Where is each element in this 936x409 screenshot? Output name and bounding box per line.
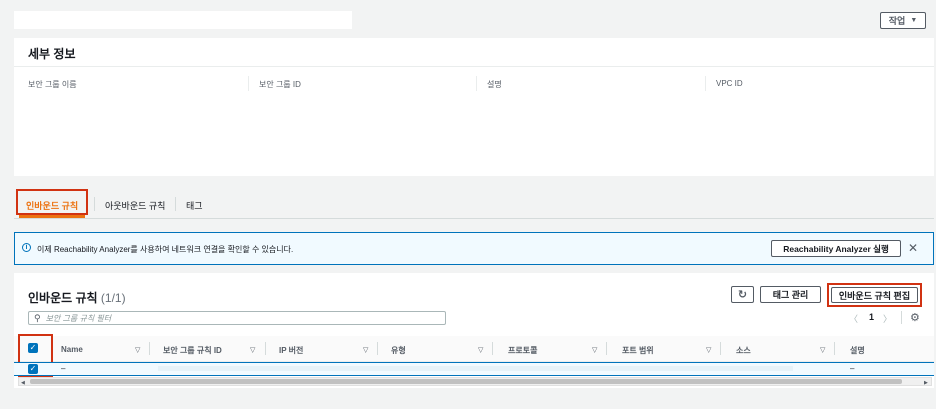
column-header-ip-version[interactable]: IP 버전: [279, 345, 303, 356]
redacted-cells: [158, 366, 793, 371]
row-checkbox[interactable]: ✓: [28, 364, 38, 374]
field-sg-name-label: 보안 그룹 이름: [28, 80, 77, 89]
settings-icon[interactable]: ⚙: [910, 311, 920, 324]
sort-icon[interactable]: ▽: [135, 346, 140, 354]
divider: [705, 76, 706, 91]
next-page-icon[interactable]: 〉: [883, 312, 892, 325]
tabs-underline: [14, 218, 934, 219]
sort-icon[interactable]: ▽: [250, 346, 255, 354]
divider: [901, 311, 902, 324]
column-header-name[interactable]: Name: [61, 345, 83, 354]
details-panel: [14, 38, 934, 176]
divider: [834, 342, 835, 355]
info-icon: i: [22, 243, 31, 252]
manage-tags-button[interactable]: 태그 관리: [760, 286, 821, 303]
field-vpc-id-label: VPC ID: [716, 79, 743, 88]
edit-inbound-rules-button[interactable]: 인바운드 규칙 편집: [831, 287, 918, 303]
rules-title-text: 인바운드 규칙: [28, 291, 98, 305]
active-tab-indicator: [19, 215, 85, 218]
column-header-type[interactable]: 유형: [391, 345, 406, 356]
row-description: –: [850, 364, 855, 373]
divider: [14, 66, 934, 67]
actions-button[interactable]: 작업 ▼: [880, 12, 926, 29]
prev-page-icon[interactable]: 〈: [849, 312, 858, 325]
sort-icon[interactable]: ▽: [820, 346, 825, 354]
divider: [248, 76, 249, 91]
column-header-protocol[interactable]: 프로토콜: [508, 345, 537, 356]
actions-label: 작업: [888, 16, 906, 26]
banner-text: 이제 Reachability Analyzer를 사용하여 네트워크 연결을 …: [37, 245, 294, 254]
field-description-label: 설명: [487, 80, 502, 89]
divider: [720, 342, 721, 355]
divider: [94, 197, 95, 211]
rules-count: (1/1): [100, 291, 126, 305]
caret-down-icon: ▼: [910, 17, 918, 24]
table-header: [14, 336, 934, 362]
divider: [175, 197, 176, 211]
search-icon: ⚲: [34, 312, 41, 323]
select-all-checkbox[interactable]: ✓: [28, 343, 38, 353]
search-input[interactable]: ⚲ 보안 그룹 규칙 필터: [28, 311, 446, 325]
divider: [265, 342, 266, 355]
divider: [492, 342, 493, 355]
reachability-analyzer-button[interactable]: Reachability Analyzer 실행: [771, 240, 901, 257]
divider: [377, 342, 378, 355]
column-header-rule-id[interactable]: 보안 그룹 규칙 ID: [163, 345, 222, 356]
scrollbar-thumb[interactable]: [30, 379, 902, 384]
divider: [149, 342, 150, 355]
close-icon[interactable]: ✕: [908, 241, 918, 255]
column-header-description[interactable]: 설명: [850, 345, 865, 356]
sort-icon[interactable]: ▽: [478, 346, 483, 354]
sort-icon[interactable]: ▽: [363, 346, 368, 354]
divider: [476, 76, 477, 91]
page-number[interactable]: 1: [869, 312, 874, 322]
divider: [606, 342, 607, 355]
sort-icon[interactable]: ▽: [592, 346, 597, 354]
page-title-area: [14, 11, 352, 29]
row-name: –: [61, 364, 66, 373]
rules-title: 인바운드 규칙 (1/1): [28, 289, 126, 306]
search-placeholder: 보안 그룹 규칙 필터: [45, 313, 112, 323]
column-header-source[interactable]: 소스: [736, 345, 751, 356]
refresh-icon: ↻: [737, 289, 748, 301]
tab-outbound-rules[interactable]: 아웃바운드 규칙: [105, 199, 165, 212]
tab-inbound-rules[interactable]: 인바운드 규칙: [26, 199, 78, 212]
sort-icon[interactable]: ▽: [706, 346, 711, 354]
scroll-right-icon[interactable]: ▶: [924, 380, 928, 386]
column-header-port-range[interactable]: 포트 범위: [622, 345, 654, 356]
tab-tags[interactable]: 태그: [186, 199, 203, 212]
field-sg-id-label: 보안 그룹 ID: [259, 80, 301, 89]
details-title: 세부 정보: [28, 47, 76, 61]
refresh-button[interactable]: ↻: [731, 286, 754, 303]
scroll-left-icon[interactable]: ◀: [21, 380, 25, 386]
